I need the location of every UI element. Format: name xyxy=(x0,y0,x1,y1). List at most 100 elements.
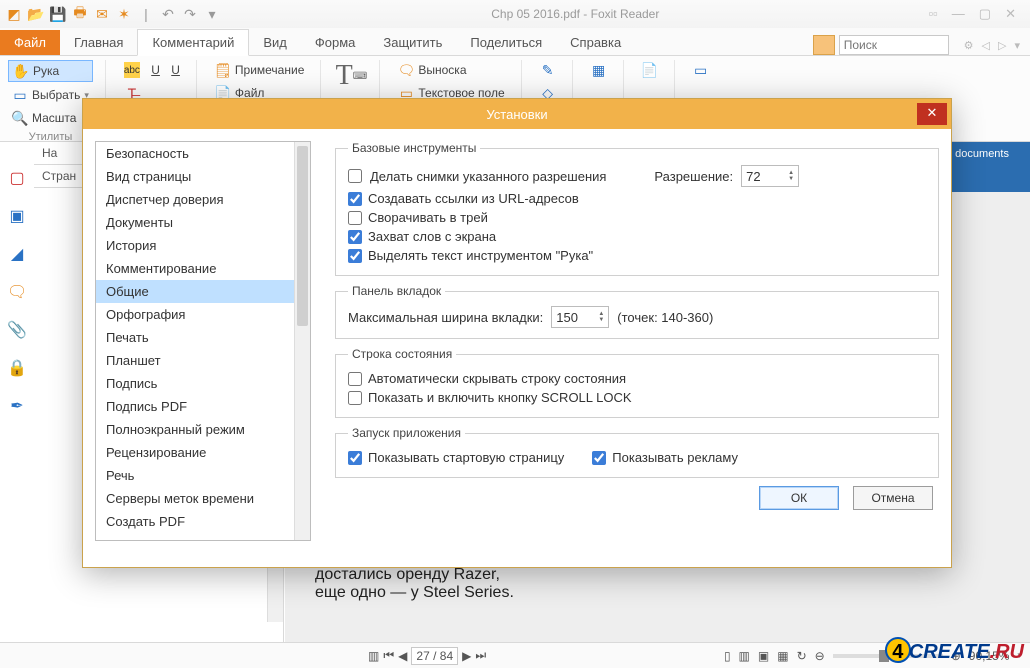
tab-help[interactable]: Справка xyxy=(556,30,635,55)
area-button[interactable]: ▦ xyxy=(587,60,611,80)
first-page-icon[interactable]: ⏮ xyxy=(383,648,394,663)
zoom-tool-button[interactable]: 🔍Масшта xyxy=(8,108,93,128)
chk-capture[interactable] xyxy=(348,230,362,244)
ok-button[interactable]: ОК xyxy=(759,486,839,510)
security-icon[interactable]: 🔒 xyxy=(7,358,27,378)
redo-icon[interactable]: ↷ xyxy=(180,4,200,24)
category-item[interactable]: Подпись PDF xyxy=(96,395,310,418)
next-page-icon[interactable]: ▶ xyxy=(462,649,471,663)
category-item[interactable]: Безопасность xyxy=(96,142,310,165)
category-item[interactable]: Орфография xyxy=(96,303,310,326)
chk-tray[interactable] xyxy=(348,211,362,225)
group-basic-tools: Базовые инструменты Делать снимки указан… xyxy=(335,141,939,276)
tab-file[interactable]: Файл xyxy=(0,30,60,55)
category-item[interactable]: Полноэкранный режим xyxy=(96,418,310,441)
hand-tool-button[interactable]: ✋Рука xyxy=(8,60,93,82)
tab-home[interactable]: Главная xyxy=(60,30,137,55)
category-item[interactable]: Печать xyxy=(96,326,310,349)
chk-snapshot[interactable] xyxy=(348,169,362,183)
select-tool-button[interactable]: ▭Выбрать▾ xyxy=(8,85,93,105)
signatures-icon[interactable]: ✒ xyxy=(7,396,27,416)
lbl-tray: Сворачивать в трей xyxy=(368,210,488,225)
prev-page-icon[interactable]: ◀ xyxy=(398,649,407,663)
search-input[interactable] xyxy=(839,35,949,55)
category-item[interactable]: Рецензирование xyxy=(96,441,310,464)
tab-share[interactable]: Поделиться xyxy=(456,30,556,55)
close-window-icon[interactable]: ✕ xyxy=(1005,6,1016,22)
tab-form[interactable]: Форма xyxy=(301,30,370,55)
cancel-button[interactable]: Отмена xyxy=(853,486,933,510)
page-current-input[interactable]: 27 / 84 xyxy=(411,647,458,665)
category-item[interactable]: Вид страницы xyxy=(96,165,310,188)
zoom-out-icon[interactable]: ⊖ xyxy=(815,649,825,663)
undo-icon[interactable]: ↶ xyxy=(158,4,178,24)
chk-urls[interactable] xyxy=(348,192,362,206)
page-mode-icon[interactable]: ▥ xyxy=(368,649,379,663)
chk-ads[interactable] xyxy=(592,451,606,465)
category-item[interactable]: Диспетчер доверия xyxy=(96,188,310,211)
tab-protect[interactable]: Защитить xyxy=(369,30,456,55)
tab-comment[interactable]: Комментарий xyxy=(137,29,249,56)
category-item[interactable]: Специальные возможности xyxy=(96,533,310,541)
category-item[interactable]: Речь xyxy=(96,464,310,487)
gear-icon[interactable]: ⚙ xyxy=(962,39,976,52)
pencil-button[interactable]: ✎ xyxy=(536,60,560,80)
category-item[interactable]: История xyxy=(96,234,310,257)
category-item[interactable]: Подпись xyxy=(96,372,310,395)
view-single-icon[interactable]: ▯ xyxy=(724,649,731,663)
pages-icon[interactable]: ▣ xyxy=(7,206,27,226)
view-facing-icon[interactable]: ▣ xyxy=(758,649,769,663)
category-item[interactable]: Планшет xyxy=(96,349,310,372)
nav-prev-icon[interactable]: ◁ xyxy=(980,39,992,52)
resolution-input[interactable]: 72 ▲▼ xyxy=(741,165,799,187)
chk-startpage[interactable] xyxy=(348,451,362,465)
settings-pane: Базовые инструменты Делать снимки указан… xyxy=(335,141,939,555)
group-launch: Запуск приложения Показывать стартовую с… xyxy=(335,426,939,478)
maximize-icon[interactable]: ▢ xyxy=(979,6,991,22)
attachments-icon[interactable]: 📎 xyxy=(7,320,27,340)
note-button[interactable]: 🗒Примечание xyxy=(211,60,308,80)
open-icon[interactable]: 📂 xyxy=(26,4,46,24)
category-scrollbar[interactable] xyxy=(294,142,310,540)
bookmark-icon[interactable]: ▢ xyxy=(7,168,27,188)
dialog-close-button[interactable]: ✕ xyxy=(917,103,947,125)
view-contfacing-icon[interactable]: ▦ xyxy=(777,649,788,663)
category-item[interactable]: Серверы меток времени xyxy=(96,487,310,510)
callout-button[interactable]: 🗨Выноска xyxy=(394,60,508,80)
comments-icon[interactable]: 🗨 xyxy=(7,282,27,302)
highlight-button[interactable]: abc U U xyxy=(120,60,184,80)
nav-tab-pages[interactable]: Стран xyxy=(42,169,76,183)
view-cont-icon[interactable]: ▥ xyxy=(739,649,750,663)
category-item[interactable]: Комментирование xyxy=(96,257,310,280)
measure-button[interactable]: ▭ xyxy=(689,60,713,80)
spinner-icon[interactable]: ▲▼ xyxy=(788,170,794,182)
nav-tab-start[interactable]: На xyxy=(42,146,57,160)
category-item[interactable]: Создать PDF xyxy=(96,510,310,533)
chk-scrolllock[interactable] xyxy=(348,391,362,405)
ribbon-collapse-icon[interactable]: ▫▫ xyxy=(929,6,938,22)
rotate-icon[interactable]: ↻ xyxy=(797,649,807,663)
category-list[interactable]: БезопасностьВид страницыДиспетчер довери… xyxy=(95,141,311,541)
nav-next-icon[interactable]: ▷ xyxy=(996,39,1008,52)
chk-handselect[interactable] xyxy=(348,249,362,263)
preferences-dialog: Установки ✕ БезопасностьВид страницыДисп… xyxy=(82,98,952,568)
minimize-icon[interactable]: — xyxy=(952,6,965,22)
tab-view[interactable]: Вид xyxy=(249,30,301,55)
save-icon[interactable]: 💾 xyxy=(48,4,68,24)
tabwidth-input[interactable]: 150 ▲▼ xyxy=(551,306,609,328)
spinner-icon[interactable]: ▲▼ xyxy=(598,311,604,323)
category-item[interactable]: Документы xyxy=(96,211,310,234)
typewriter-icon[interactable]: T⌨ xyxy=(335,60,367,92)
chk-autohide[interactable] xyxy=(348,372,362,386)
callout-label: Выноска xyxy=(418,63,466,77)
print-icon[interactable]: 🖶 xyxy=(70,4,90,24)
new-icon[interactable]: ✶ xyxy=(114,4,134,24)
last-page-icon[interactable]: ⏭ xyxy=(475,648,486,663)
layers-icon[interactable]: ◢ xyxy=(7,244,27,264)
qat-more-icon[interactable]: ▾ xyxy=(202,4,222,24)
nav-dropdown-icon[interactable]: ▾ xyxy=(1012,39,1022,52)
stamp-button[interactable]: 📄 xyxy=(638,60,662,80)
mail-icon[interactable]: ✉ xyxy=(92,4,112,24)
search-folder-icon[interactable] xyxy=(813,35,835,55)
category-item[interactable]: Общие xyxy=(96,280,310,303)
